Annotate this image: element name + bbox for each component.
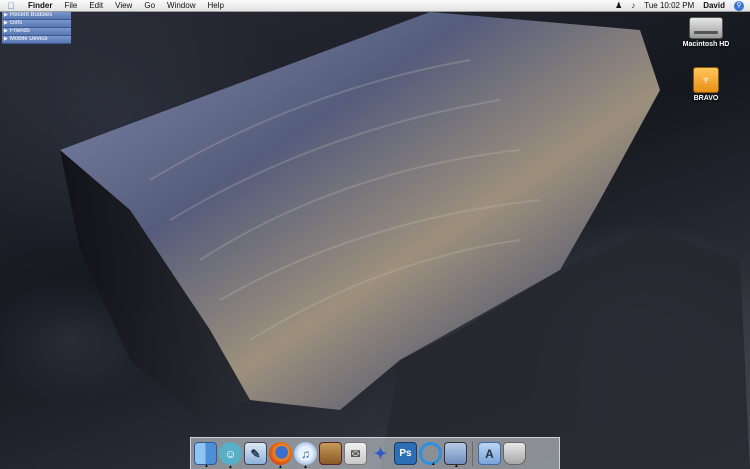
group-label: Girls [9, 20, 23, 26]
disclosure-triangle-icon[interactable]: ▶ [4, 12, 8, 19]
running-indicator: ▲ [204, 463, 209, 469]
itunes-icon[interactable]: ♫ ▲ [294, 442, 317, 469]
menu-clock[interactable]: Tue 10:02 PM [644, 0, 694, 12]
preview-icon[interactable]: ✎ [244, 442, 267, 465]
system-preferences-icon[interactable]: ▲ [444, 442, 467, 469]
desktop-icon-bravo[interactable]: ♆ BRAVO [670, 67, 742, 102]
disclosure-triangle-icon[interactable]: ▶ [4, 36, 8, 43]
menu-go[interactable]: Go [138, 0, 161, 12]
menu-help[interactable]: Help [201, 0, 229, 12]
wallpaper-rock [60, 12, 750, 469]
disclosure-triangle-icon[interactable]: ▶ [4, 20, 8, 27]
buddy-list-groups: ▶ Recent Buddies ▶ Girls ▶ Friends ▶ Mobile … [2, 12, 71, 44]
group-girls[interactable]: ▶ Girls [2, 20, 71, 28]
group-recent-buddies[interactable]: ▶ Recent Buddies [2, 12, 71, 20]
firefox-icon[interactable]: ▲ [269, 442, 292, 469]
dock-separator [472, 441, 473, 466]
running-indicator: ▲ [278, 464, 283, 469]
menu-window[interactable]: Window [161, 0, 201, 12]
group-label: Friends [9, 28, 30, 34]
photoshop-icon[interactable]: Ps [394, 442, 417, 465]
trash-icon[interactable] [503, 442, 526, 465]
desktop [0, 0, 750, 469]
menu-view[interactable]: View [109, 0, 138, 12]
sync-icon[interactable]: ▲ [419, 442, 442, 467]
desktop-icon-label: Macintosh HD [682, 41, 730, 48]
group-mobile-device[interactable]: ▶ Mobile Device [2, 36, 71, 44]
menu-user[interactable]: David [703, 0, 725, 12]
external-drive-icon: ♆ [693, 67, 719, 93]
applications-folder-icon[interactable]: A [478, 442, 501, 465]
adium-icon[interactable]: ☺ ▲ [219, 442, 242, 469]
volume-icon[interactable]: ♪ [631, 0, 635, 12]
menu-extras: ♟ ♪ Tue 10:02 PM David ⚲ [615, 0, 744, 12]
menu-bar:  Finder File Edit View Go Window Help ♟… [0, 0, 750, 12]
disclosure-triangle-icon[interactable]: ▶ [4, 28, 8, 35]
group-friends[interactable]: ▶ Friends [2, 28, 71, 36]
group-label: Recent Buddies [9, 12, 53, 18]
menu-edit[interactable]: Edit [83, 0, 109, 12]
menu-app-finder[interactable]: Finder [22, 0, 58, 12]
menu-file[interactable]: File [58, 0, 83, 12]
running-indicator: ▲ [454, 463, 459, 469]
bird-icon[interactable]: ✦ [369, 442, 392, 465]
apple-menu-icon[interactable]:  [0, 1, 22, 11]
mail-icon[interactable]: ✉ [344, 442, 367, 465]
finder-icon[interactable]: ▲ [194, 442, 217, 469]
running-indicator: ▲ [228, 464, 233, 469]
group-label: Mobile Device [9, 36, 48, 42]
running-indicator: ▲ [431, 461, 436, 467]
fast-user-icon[interactable]: ♟ [615, 0, 622, 12]
hard-drive-icon [689, 17, 723, 39]
desktop-icon-label: BRAVO [693, 95, 719, 102]
iphoto-icon[interactable] [319, 442, 342, 465]
running-indicator: ▲ [303, 464, 308, 469]
dock: ▲ ☺ ▲ ✎ ▲ ♫ ▲ ✉ ✦ Ps ▲ ▲ A [190, 437, 560, 469]
spotlight-icon[interactable]: ⚲ [734, 1, 744, 11]
desktop-icon-macintosh-hd[interactable]: Macintosh HD [670, 17, 742, 48]
